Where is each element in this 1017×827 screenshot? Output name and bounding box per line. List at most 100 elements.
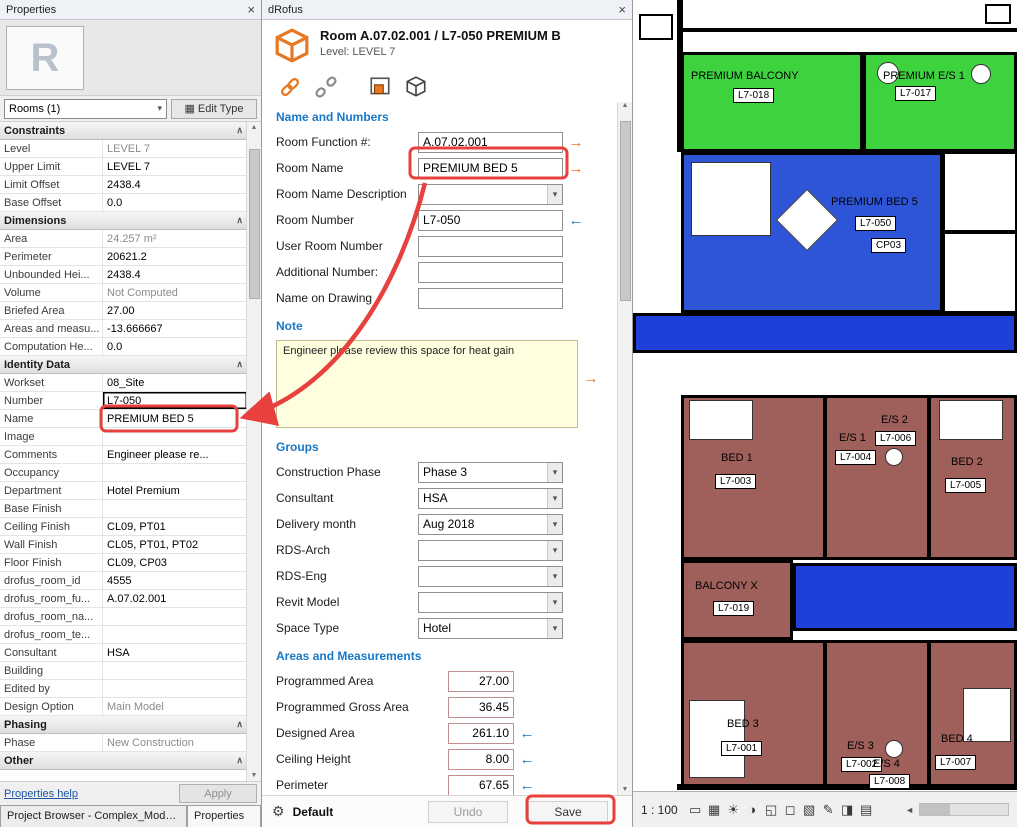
property-value[interactable]: 2438.4 <box>103 176 247 193</box>
scroll-down-icon[interactable]: ▼ <box>622 786 629 793</box>
field-select-delivery-month[interactable]: Aug 2018▾ <box>418 514 563 535</box>
section-header-other[interactable]: Other∧ <box>0 752 247 770</box>
field-select-consultant[interactable]: HSA▾ <box>418 488 563 509</box>
property-value[interactable]: 2438.4 <box>103 266 247 283</box>
drofus-scrollbar[interactable]: ▲ ▼ <box>617 102 632 795</box>
room-tag[interactable]: L7-001 <box>721 741 762 756</box>
broken-link-icon[interactable] <box>314 75 338 99</box>
pull-from-model-icon[interactable]: ← <box>514 777 540 794</box>
sync-link-icon[interactable] <box>278 75 302 99</box>
property-value[interactable]: New Construction <box>103 734 247 751</box>
hide-crop-icon[interactable]: ◻ <box>782 802 799 818</box>
property-value[interactable]: PREMIUM BED 5 <box>103 410 247 427</box>
pull-from-model-icon[interactable]: ← <box>563 212 589 229</box>
property-value[interactable]: 0.0 <box>103 194 247 211</box>
property-value[interactable]: Not Computed <box>103 284 247 301</box>
room-tag[interactable]: CP03 <box>871 238 906 253</box>
shadows-icon[interactable]: ◑ <box>744 802 761 818</box>
room-tag[interactable]: L7-050 <box>855 216 896 231</box>
property-value[interactable]: 08_Site <box>103 374 247 391</box>
scroll-up-icon[interactable]: ▲ <box>251 124 258 131</box>
property-value[interactable]: CL09, PT01 <box>103 518 247 535</box>
room-cube-icon[interactable] <box>404 75 428 99</box>
room-tag[interactable]: L7-017 <box>895 86 936 101</box>
property-value[interactable]: 0.0 <box>103 338 247 355</box>
field-select-room-name-description[interactable]: ▾ <box>418 184 563 205</box>
properties-scrollbar[interactable]: ▲ ▼ <box>246 122 261 781</box>
room-tag[interactable]: L7-005 <box>945 478 986 493</box>
property-value[interactable] <box>103 500 247 517</box>
gear-icon[interactable]: ⚙ <box>272 803 285 820</box>
pull-from-model-icon[interactable]: ← <box>514 751 540 768</box>
property-value[interactable]: -13.666667 <box>103 320 247 337</box>
save-button[interactable]: Save <box>528 801 608 823</box>
collapse-icon[interactable]: ∧ <box>236 719 243 730</box>
sun-path-icon[interactable]: ☀ <box>725 802 742 818</box>
collapse-icon[interactable]: ∧ <box>236 125 243 136</box>
property-value[interactable]: HSA <box>103 644 247 661</box>
property-value[interactable]: Main Model <box>103 698 247 715</box>
push-panel-icon[interactable] <box>368 75 392 99</box>
room-tag[interactable]: L7-004 <box>835 450 876 465</box>
property-value[interactable]: 27.00 <box>103 302 247 319</box>
property-value[interactable] <box>103 428 247 445</box>
field-input-programmed-gross-area[interactable]: 36.45 <box>448 697 514 718</box>
apply-button[interactable]: Apply <box>179 784 257 803</box>
balcony-x-room[interactable] <box>681 560 793 640</box>
pull-from-model-icon[interactable]: ← <box>514 725 540 742</box>
room-tag[interactable]: L7-003 <box>715 474 756 489</box>
scrollbar-thumb[interactable] <box>620 121 631 301</box>
field-select-revit-model[interactable]: ▾ <box>418 592 563 613</box>
tab-project-browser[interactable]: Project Browser - Complex_Mode... <box>0 805 187 827</box>
property-value[interactable]: Hotel Premium <box>103 482 247 499</box>
collapse-icon[interactable]: ∧ <box>236 215 243 226</box>
fine-detail-icon[interactable]: ▦ <box>706 802 723 818</box>
property-value[interactable] <box>103 608 247 625</box>
collapse-icon[interactable]: ∧ <box>236 755 243 766</box>
undo-button[interactable]: Undo <box>428 801 508 823</box>
field-input-designed-area[interactable]: 261.10 <box>448 723 514 744</box>
scroll-left-icon[interactable]: ◄ <box>905 805 914 815</box>
section-header-dimensions[interactable]: Dimensions∧ <box>0 212 247 230</box>
field-input-ceiling-height[interactable]: 8.00 <box>448 749 514 770</box>
drofus-titlebar[interactable]: dRofus × <box>262 0 632 20</box>
close-icon[interactable]: × <box>247 3 255 16</box>
horizontal-scrollbar[interactable] <box>919 803 1009 816</box>
section-header-phasing[interactable]: Phasing∧ <box>0 716 247 734</box>
crop-region-icon[interactable]: ▭ <box>687 802 704 818</box>
type-thumbnail[interactable]: R <box>6 26 84 90</box>
push-to-drofus-icon[interactable]: → <box>563 160 589 177</box>
property-value[interactable]: LEVEL 7 <box>103 140 247 157</box>
view-scale[interactable]: 1 : 100 <box>641 803 678 817</box>
section-header-constraints[interactable]: Constraints∧ <box>0 122 247 140</box>
field-input-additional-number[interactable] <box>418 262 563 283</box>
property-value[interactable] <box>103 662 247 679</box>
property-value[interactable]: L7-050 <box>103 392 247 409</box>
section-header-identity-data[interactable]: Identity Data∧ <box>0 356 247 374</box>
property-value[interactable] <box>103 680 247 697</box>
field-select-space-type[interactable]: Hotel▾ <box>418 618 563 639</box>
room-tag[interactable]: L7-007 <box>935 755 976 770</box>
property-value[interactable]: CL09, CP03 <box>103 554 247 571</box>
type-selector-dropdown[interactable]: Rooms (1) ▾ <box>4 99 167 119</box>
property-value[interactable]: 20621.2 <box>103 248 247 265</box>
scroll-up-icon[interactable]: ▲ <box>622 102 629 109</box>
property-value[interactable]: LEVEL 7 <box>103 158 247 175</box>
corridor-strip[interactable] <box>633 313 1017 353</box>
field-select-construction-phase[interactable]: Phase 3▾ <box>418 462 563 483</box>
tab-properties[interactable]: Properties <box>187 805 261 827</box>
property-value[interactable]: CL05, PT01, PT02 <box>103 536 247 553</box>
temporary-hide-icon[interactable]: ▧ <box>801 802 818 818</box>
scrollbar-thumb[interactable] <box>920 804 950 815</box>
field-input-user-room-number[interactable] <box>418 236 563 257</box>
property-value[interactable] <box>103 626 247 643</box>
field-input-programmed-area[interactable]: 27.00 <box>448 671 514 692</box>
property-value[interactable]: 24.257 m² <box>103 230 247 247</box>
room-tag[interactable]: L7-018 <box>733 88 774 103</box>
worksharing-display-icon[interactable]: ◨ <box>839 802 856 818</box>
field-input-room-name[interactable]: PREMIUM BED 5 <box>418 158 563 179</box>
room-tag[interactable]: L7-006 <box>875 431 916 446</box>
push-to-drofus-icon[interactable]: → <box>578 370 604 387</box>
property-value[interactable] <box>103 464 247 481</box>
property-value[interactable]: Engineer please re... <box>103 446 247 463</box>
